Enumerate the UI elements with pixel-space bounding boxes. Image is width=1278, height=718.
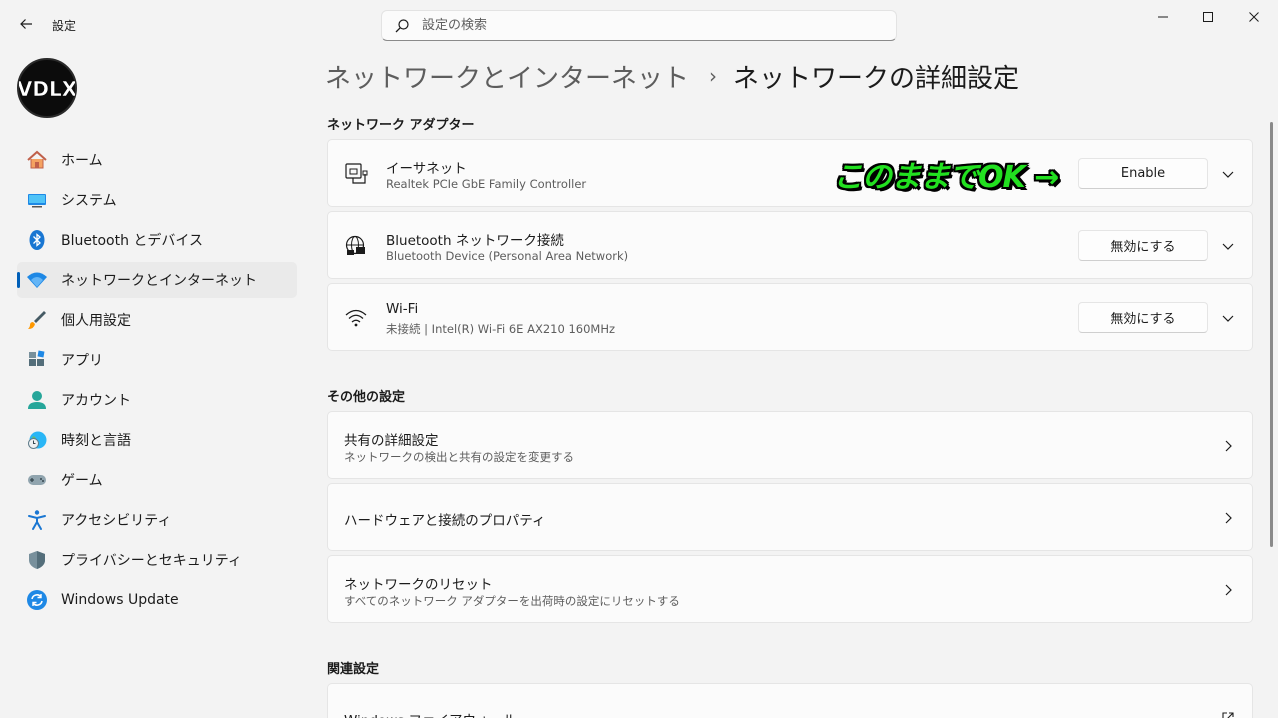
adapter-title: Bluetooth ネットワーク接続 bbox=[386, 233, 564, 249]
maximize-icon bbox=[1203, 12, 1213, 22]
breadcrumb: ネットワークとインターネット › ネットワークの詳細設定 bbox=[325, 56, 1019, 96]
disable-button[interactable]: 無効にする bbox=[1078, 302, 1208, 333]
sidebar-item-label: システム bbox=[61, 193, 117, 209]
bluetooth-icon bbox=[26, 229, 48, 251]
sidebar-item-label: アプリ bbox=[61, 353, 103, 369]
sidebar-item-label: Bluetooth とデバイス bbox=[61, 233, 203, 249]
maximize-button[interactable] bbox=[1185, 0, 1231, 34]
setting-title: ハードウェアと接続のプロパティ bbox=[344, 513, 546, 529]
chevron-down-icon[interactable] bbox=[1218, 164, 1238, 184]
adapter-card-bluetooth[interactable]: Bluetooth ネットワーク接続 Bluetooth Device (Per… bbox=[327, 211, 1253, 279]
wifi-icon bbox=[344, 306, 368, 330]
search-input[interactable] bbox=[422, 11, 882, 40]
sidebar-item-apps[interactable]: アプリ bbox=[17, 342, 297, 378]
home-icon bbox=[26, 149, 48, 171]
back-arrow-icon bbox=[20, 19, 32, 29]
setting-subtitle: ネットワークの検出と共有の設定を変更する bbox=[344, 450, 574, 464]
hardware-properties-link[interactable]: ハードウェアと接続のプロパティ bbox=[327, 483, 1253, 551]
sidebar-item-network[interactable]: ネットワークとインターネット bbox=[17, 262, 297, 298]
page-title: ネットワークの詳細設定 bbox=[733, 63, 1020, 94]
sidebar-item-label: プライバシーとセキュリティ bbox=[61, 553, 242, 569]
sidebar-item-label: ネットワークとインターネット bbox=[61, 273, 257, 289]
sidebar-item-personalization[interactable]: 個人用設定 bbox=[17, 302, 297, 338]
setting-title: 共有の詳細設定 bbox=[344, 433, 439, 449]
back-button[interactable] bbox=[14, 12, 38, 36]
system-icon bbox=[26, 189, 48, 211]
annotation-label: このままでOK → bbox=[833, 160, 1059, 195]
sidebar-item-time-language[interactable]: 時刻と言語 bbox=[17, 422, 297, 458]
breadcrumb-separator: › bbox=[709, 64, 718, 88]
sidebar-nav: ホーム システム Bluetooth とデバイス ネットワークとインターネット … bbox=[17, 142, 297, 622]
apps-icon bbox=[26, 349, 48, 371]
network-reset-link[interactable]: ネットワークのリセット すべてのネットワーク アダプターを出荷時の設定にリセット… bbox=[327, 555, 1253, 623]
sidebar-item-windows-update[interactable]: Windows Update bbox=[17, 582, 297, 618]
enable-button[interactable]: Enable bbox=[1078, 158, 1208, 189]
sidebar-item-gaming[interactable]: ゲーム bbox=[17, 462, 297, 498]
windows-firewall-link[interactable]: Windows ファイアウォール bbox=[327, 683, 1253, 718]
sidebar-item-label: アクセシビリティ bbox=[61, 513, 172, 529]
sidebar-item-privacy[interactable]: プライバシーとセキュリティ bbox=[17, 542, 297, 578]
minimize-icon bbox=[1158, 16, 1168, 18]
sidebar-item-label: 個人用設定 bbox=[61, 313, 131, 329]
sidebar-item-accessibility[interactable]: アクセシビリティ bbox=[17, 502, 297, 538]
adapter-card-wifi[interactable]: Wi-Fi 未接続 | Intel(R) Wi-Fi 6E AX210 160M… bbox=[327, 283, 1253, 351]
avatar-logo: VDLX bbox=[19, 77, 75, 102]
account-icon bbox=[26, 389, 48, 411]
chevron-right-icon bbox=[1218, 508, 1238, 528]
brush-icon bbox=[26, 309, 48, 331]
avatar-text: VDLX bbox=[19, 77, 75, 101]
search-box[interactable] bbox=[381, 10, 897, 41]
setting-title: Windows ファイアウォール bbox=[344, 709, 517, 718]
sidebar-item-label: アカウント bbox=[61, 393, 131, 409]
adapter-title: イーサネット bbox=[386, 161, 467, 177]
related-section-title: 関連設定 bbox=[327, 662, 380, 677]
disable-button[interactable]: 無効にする bbox=[1078, 230, 1208, 261]
user-avatar[interactable]: VDLX bbox=[17, 58, 77, 118]
gamepad-icon bbox=[26, 469, 48, 491]
setting-title: ネットワークのリセット bbox=[344, 577, 493, 593]
setting-subtitle: すべてのネットワーク アダプターを出荷時の設定にリセットする bbox=[344, 594, 680, 608]
adapter-title: Wi-Fi bbox=[386, 301, 419, 317]
sidebar-item-home[interactable]: ホーム bbox=[17, 142, 297, 178]
title-bar: 設定 bbox=[0, 0, 1278, 48]
search-icon bbox=[395, 19, 409, 33]
external-link-icon bbox=[1218, 708, 1238, 718]
scrollbar[interactable] bbox=[1270, 122, 1273, 547]
adapter-subtitle: 未接続 | Intel(R) Wi-Fi 6E AX210 160MHz bbox=[386, 322, 616, 336]
minimize-button[interactable] bbox=[1140, 0, 1186, 34]
sidebar-item-system[interactable]: システム bbox=[17, 182, 297, 218]
sidebar-item-accounts[interactable]: アカウント bbox=[17, 382, 297, 418]
ethernet-icon bbox=[344, 162, 368, 186]
adapter-subtitle: Realtek PCIe GbE Family Controller bbox=[386, 177, 587, 191]
adapters-section-title: ネットワーク アダプター bbox=[327, 118, 475, 133]
sidebar-item-label: ホーム bbox=[61, 153, 103, 169]
wifi-icon bbox=[26, 269, 48, 291]
sidebar-item-bluetooth[interactable]: Bluetooth とデバイス bbox=[17, 222, 297, 258]
shield-icon bbox=[26, 549, 48, 571]
sidebar-item-label: 時刻と言語 bbox=[61, 433, 131, 449]
other-section-title: その他の設定 bbox=[327, 390, 406, 405]
adapter-subtitle: Bluetooth Device (Personal Area Network) bbox=[386, 249, 629, 263]
chevron-down-icon[interactable] bbox=[1218, 308, 1238, 328]
accessibility-icon bbox=[26, 509, 48, 531]
advanced-sharing-settings-link[interactable]: 共有の詳細設定 ネットワークの検出と共有の設定を変更する bbox=[327, 411, 1253, 479]
clock-globe-icon bbox=[26, 429, 48, 451]
update-icon bbox=[26, 589, 48, 611]
chevron-down-icon[interactable] bbox=[1218, 236, 1238, 256]
adapter-card-ethernet[interactable]: イーサネット Realtek PCIe GbE Family Controlle… bbox=[327, 139, 1253, 207]
sidebar-item-label: Windows Update bbox=[61, 592, 179, 608]
globe-network-icon bbox=[344, 234, 368, 258]
close-icon bbox=[1249, 12, 1259, 22]
chevron-right-icon bbox=[1218, 436, 1238, 456]
app-title: 設定 bbox=[52, 19, 77, 33]
sidebar-item-label: ゲーム bbox=[61, 473, 103, 489]
close-button[interactable] bbox=[1231, 0, 1277, 34]
chevron-right-icon bbox=[1218, 580, 1238, 600]
breadcrumb-parent[interactable]: ネットワークとインターネット bbox=[325, 58, 689, 95]
